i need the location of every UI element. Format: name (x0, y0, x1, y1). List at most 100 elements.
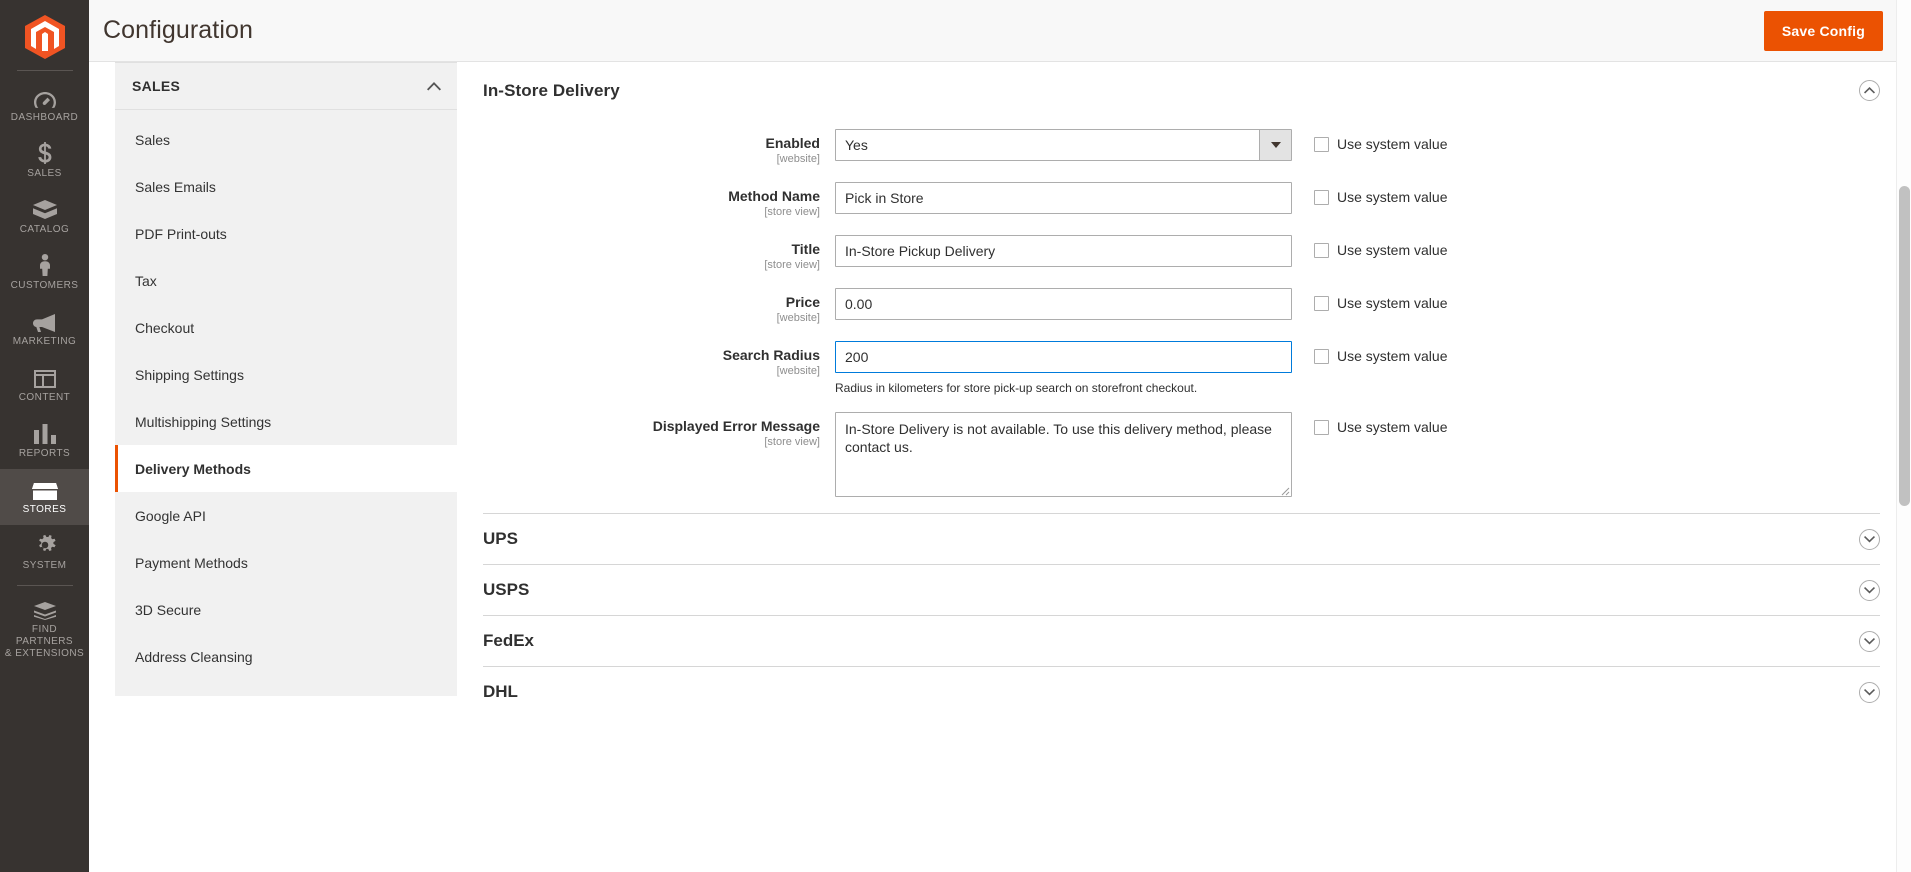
field-scope: [website] (776, 365, 820, 377)
collapsed-sections: UPS USPS FedEx DHL (483, 513, 1880, 717)
config-nav-item-address-cleansing[interactable]: Address Cleansing (115, 633, 457, 680)
gear-icon (34, 534, 56, 556)
chevron-up-circle-icon[interactable] (1859, 80, 1880, 101)
config-nav-item-multishipping-settings[interactable]: Multishipping Settings (115, 398, 457, 445)
field-control (835, 182, 1292, 214)
sidebar-item-content[interactable]: CONTENT (0, 357, 89, 413)
title-input[interactable] (835, 235, 1292, 267)
section-title: FedEx (483, 631, 535, 650)
config-content: In-Store Delivery Enabled [website] Yes … (457, 62, 1911, 872)
config-nav-item-label: Tax (135, 272, 157, 289)
config-nav-item-label: Checkout (135, 319, 195, 336)
sidebar-item-marketing[interactable]: MARKETING (0, 301, 89, 357)
extensions-icon (33, 598, 57, 620)
use-system-value-checkbox[interactable] (1314, 295, 1329, 311)
config-nav-item-label: Delivery Methods (135, 460, 251, 477)
config-nav-item-label: Payment Methods (135, 554, 248, 571)
page-body: SALES Sales Sales Emails PDF Print-outs … (89, 62, 1911, 872)
sidebar-item-dashboard[interactable]: DASHBOARD (0, 77, 89, 133)
config-nav-item-shipping-settings[interactable]: Shipping Settings (115, 351, 457, 398)
use-system-value-checkbox[interactable] (1314, 419, 1329, 435)
rail-divider-bottom (16, 585, 73, 586)
page-title: Configuration (103, 16, 254, 44)
use-system-value-checkbox[interactable] (1314, 136, 1329, 152)
field-row-method-name: Method Name [store view] Use system valu… (483, 182, 1880, 219)
config-nav-section-sales[interactable]: SALES (115, 62, 457, 110)
chevron-down-circle-icon[interactable] (1859, 630, 1880, 652)
section-header-fedex[interactable]: FedEx (483, 615, 1880, 666)
section-header-in-store-delivery[interactable]: In-Store Delivery (483, 62, 1880, 115)
config-nav-item-delivery-methods[interactable]: Delivery Methods (115, 445, 457, 492)
section-header-usps[interactable]: USPS (483, 564, 1880, 615)
sidebar-item-label: SALES (27, 167, 62, 179)
field-label-block: Method Name [store view] (483, 182, 835, 219)
use-system-value-method-name[interactable]: Use system value (1292, 182, 1447, 205)
config-nav-item-sales-emails[interactable]: Sales Emails (115, 163, 457, 210)
section-title: In-Store Delivery (483, 80, 620, 100)
use-system-value-label: Use system value (1337, 189, 1448, 205)
chevron-down-icon[interactable] (1259, 130, 1291, 160)
chevron-down-circle-icon[interactable] (1859, 681, 1880, 703)
use-system-value-displayed-error-message[interactable]: Use system value (1292, 412, 1447, 435)
use-system-value-checkbox[interactable] (1314, 242, 1329, 258)
config-nav-item-label: Multishipping Settings (135, 413, 272, 430)
use-system-value-search-radius[interactable]: Use system value (1292, 341, 1447, 364)
use-system-value-checkbox[interactable] (1314, 189, 1329, 205)
box-icon (32, 198, 57, 220)
chevron-up-icon (427, 80, 441, 93)
sidebar-item-label: CATALOG (19, 223, 70, 235)
field-control (835, 288, 1292, 320)
config-nav-item-pdf-print-outs[interactable]: PDF Print-outs (115, 210, 457, 257)
bar-chart-icon (33, 422, 56, 444)
field-label: Price (785, 294, 820, 310)
price-input[interactable] (835, 288, 1292, 320)
enabled-select[interactable]: Yes (835, 129, 1292, 161)
config-nav-item-sales[interactable]: Sales (115, 116, 457, 163)
sidebar-item-reports[interactable]: REPORTS (0, 413, 89, 469)
field-scope: [store view] (764, 206, 820, 218)
sidebar-item-label: STORES (22, 503, 67, 515)
use-system-value-checkbox[interactable] (1314, 348, 1329, 364)
section-header-ups[interactable]: UPS (483, 513, 1880, 564)
save-config-button[interactable]: Save Config (1763, 10, 1883, 51)
config-nav-item-payment-methods[interactable]: Payment Methods (115, 539, 457, 586)
field-label: Displayed Error Message (652, 418, 820, 434)
config-nav-item-3d-secure[interactable]: 3D Secure (115, 586, 457, 633)
sidebar-item-label: CUSTOMERS (10, 279, 79, 291)
use-system-value-enabled[interactable]: Use system value (1292, 129, 1447, 152)
magento-logo-icon[interactable] (0, 6, 89, 68)
enabled-select-value: Yes (845, 137, 868, 153)
chevron-down-circle-icon[interactable] (1859, 579, 1880, 601)
field-label-block: Enabled [website] (483, 129, 835, 166)
sidebar-item-label: REPORTS (18, 447, 71, 459)
section-header-dhl[interactable]: DHL (483, 666, 1880, 717)
field-label-block: Price [website] (483, 288, 835, 325)
displayed-error-message-textarea[interactable]: In-Store Delivery is not available. To u… (835, 412, 1292, 497)
field-scope: [store view] (764, 436, 820, 448)
sidebar-item-find-partners[interactable]: FIND PARTNERS & EXTENSIONS (0, 592, 89, 667)
sidebar-item-catalog[interactable]: CATALOG (0, 189, 89, 245)
sidebar-item-stores[interactable]: STORES (0, 469, 89, 525)
config-nav: SALES Sales Sales Emails PDF Print-outs … (89, 62, 457, 872)
layout-icon (33, 366, 56, 388)
sidebar-item-customers[interactable]: CUSTOMERS (0, 245, 89, 301)
use-system-value-title[interactable]: Use system value (1292, 235, 1447, 258)
sidebar-item-label-line2: & EXTENSIONS (4, 648, 85, 659)
field-row-search-radius: Search Radius [website] Radius in kilome… (483, 341, 1880, 396)
sidebar-item-system[interactable]: SYSTEM (0, 525, 89, 581)
search-radius-input[interactable] (835, 341, 1292, 373)
use-system-value-price[interactable]: Use system value (1292, 288, 1447, 311)
sidebar-item-sales[interactable]: SALES (0, 133, 89, 189)
config-nav-item-google-api[interactable]: Google API (115, 492, 457, 539)
config-nav-item-checkout[interactable]: Checkout (115, 304, 457, 351)
page-scrollbar-thumb[interactable] (1899, 186, 1910, 506)
page-scrollbar[interactable] (1896, 0, 1911, 872)
chevron-down-circle-icon[interactable] (1859, 528, 1880, 550)
field-label-block: Title [store view] (483, 235, 835, 272)
use-system-value-label: Use system value (1337, 348, 1448, 364)
method-name-input[interactable] (835, 182, 1292, 214)
config-nav-item-label: Sales Emails (135, 178, 216, 195)
field-label-block: Search Radius [website] (483, 341, 835, 378)
use-system-value-label: Use system value (1337, 136, 1448, 152)
config-nav-item-tax[interactable]: Tax (115, 257, 457, 304)
